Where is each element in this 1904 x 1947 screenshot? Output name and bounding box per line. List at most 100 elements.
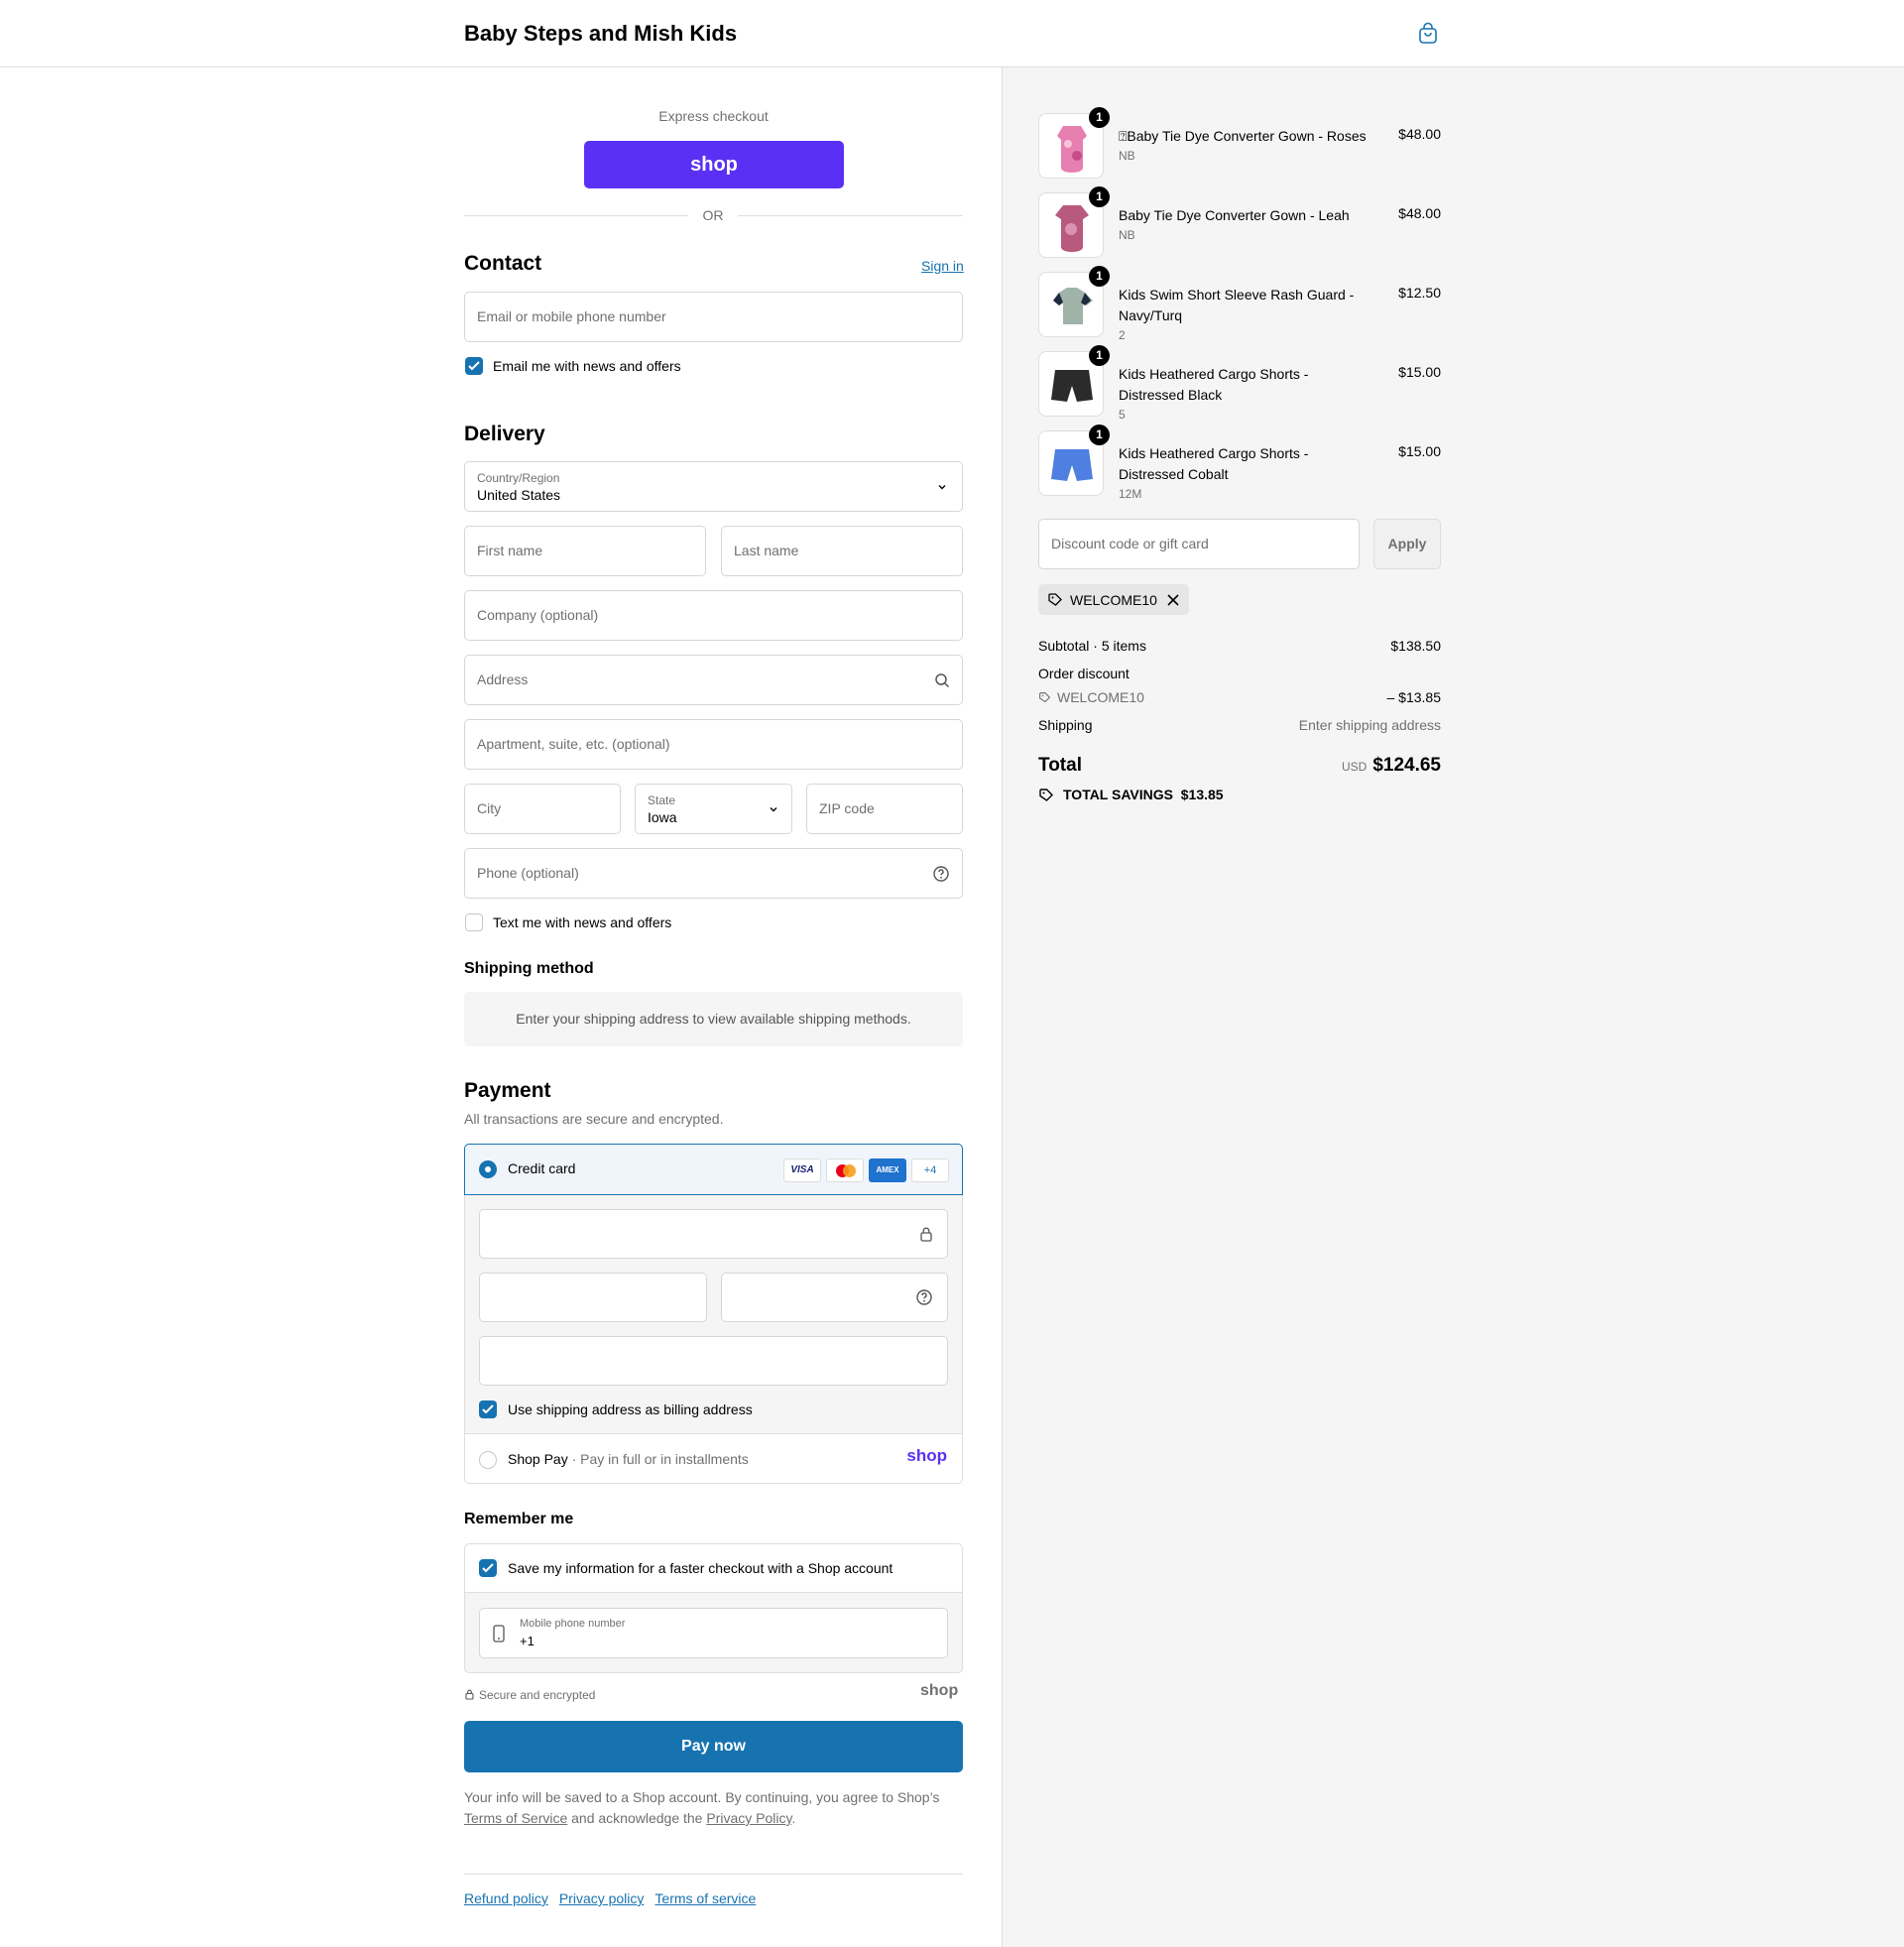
quantity-badge: 1 bbox=[1089, 186, 1110, 207]
lock-icon bbox=[920, 1227, 932, 1242]
product-price: $12.50 bbox=[1398, 285, 1441, 301]
privacy-policy-link[interactable]: Privacy policy bbox=[559, 1890, 645, 1906]
cart-item: 1 ⍰Baby Tie Dye Converter Gown - Roses NB… bbox=[1038, 107, 1441, 183]
delivery-title: Delivery bbox=[464, 423, 545, 445]
shop-pay-radio[interactable] bbox=[479, 1451, 497, 1469]
product-variant: 12M bbox=[1119, 487, 1142, 501]
shopping-bag-icon[interactable] bbox=[1416, 22, 1440, 46]
apply-button[interactable]: Apply bbox=[1373, 519, 1441, 569]
shop-pay-option[interactable]: Shop Pay · Pay in full or in installment… bbox=[465, 1434, 962, 1483]
legal-text: Your info will be saved to a Shop accoun… bbox=[464, 1789, 940, 1826]
product-variant: 2 bbox=[1119, 328, 1126, 342]
text-news-checkbox[interactable] bbox=[465, 913, 483, 931]
email-news-checkbox[interactable] bbox=[465, 357, 483, 375]
cart-item: 1 Kids Swim Short Sleeve Rash Guard - Na… bbox=[1038, 266, 1441, 342]
contact-title: Contact bbox=[464, 252, 542, 275]
refund-policy-link[interactable]: Refund policy bbox=[464, 1890, 548, 1906]
shop-pay-logo: shop bbox=[906, 1446, 947, 1465]
credit-card-label: Credit card bbox=[508, 1160, 576, 1176]
state-select[interactable]: State Iowa bbox=[635, 784, 792, 834]
total-row: Total USD $124.65 bbox=[1038, 755, 1441, 783]
card-name-field[interactable] bbox=[479, 1336, 948, 1386]
email-field[interactable]: Email or mobile phone number bbox=[464, 292, 963, 342]
billing-address-checkbox[interactable] bbox=[479, 1400, 497, 1418]
divider-right bbox=[738, 215, 963, 216]
mobile-phone-field[interactable]: Mobile phone number +1 bbox=[479, 1608, 948, 1658]
tag-icon bbox=[1039, 692, 1051, 703]
product-variant: NB bbox=[1119, 228, 1135, 242]
chevron-down-icon bbox=[938, 485, 946, 490]
mobile-phone-value: +1 bbox=[520, 1634, 535, 1648]
remember-title: Remember me bbox=[464, 1511, 574, 1527]
state-value: Iowa bbox=[648, 809, 677, 825]
product-price: $15.00 bbox=[1398, 364, 1441, 380]
total-savings-value: $13.85 bbox=[1180, 787, 1224, 802]
country-label: Country/Region bbox=[477, 471, 560, 485]
secure-label: Secure and encrypted bbox=[479, 1688, 596, 1702]
payment-title: Payment bbox=[464, 1079, 551, 1102]
quantity-badge: 1 bbox=[1089, 425, 1110, 445]
divider-left bbox=[464, 215, 688, 216]
product-name: Baby Tie Dye Converter Gown - Leah bbox=[1119, 207, 1350, 223]
card-cvv-field[interactable] bbox=[721, 1273, 948, 1322]
header: Baby Steps and Mish Kids bbox=[0, 0, 1904, 67]
discount-tag: WELCOME10 bbox=[1038, 584, 1189, 615]
footer-links: Refund policy Privacy policy Terms of serv… bbox=[464, 1890, 767, 1906]
help-circle-icon[interactable] bbox=[932, 865, 950, 883]
country-value: United States bbox=[477, 487, 561, 503]
more-cards-badge: +4 bbox=[911, 1158, 949, 1182]
shop-logo: shop bbox=[920, 1682, 959, 1699]
address-field[interactable]: Address bbox=[464, 655, 963, 705]
save-info-checkbox[interactable] bbox=[479, 1559, 497, 1577]
save-info-label: Save my information for a faster checkou… bbox=[508, 1560, 893, 1576]
credit-card-option[interactable]: Credit card VISA AMEX +4 bbox=[464, 1144, 963, 1195]
apartment-field[interactable]: Apartment, suite, etc. (optional) bbox=[464, 719, 963, 770]
phone-field[interactable]: Phone (optional) bbox=[464, 848, 963, 899]
terms-link[interactable]: Terms of Service bbox=[464, 1810, 567, 1826]
country-select[interactable]: Country/Region United States bbox=[464, 461, 963, 512]
check-icon bbox=[468, 361, 480, 371]
chevron-down-icon bbox=[770, 807, 777, 812]
state-label: State bbox=[648, 793, 676, 807]
cart-item: 1 Kids Heathered Cargo Shorts - Distress… bbox=[1038, 425, 1441, 501]
total-value: $124.65 bbox=[1372, 755, 1441, 776]
card-number-field[interactable] bbox=[479, 1209, 948, 1259]
first-name-field[interactable]: First name bbox=[464, 526, 706, 576]
terms-of-service-link[interactable]: Terms of service bbox=[654, 1890, 756, 1906]
discount-code-field[interactable]: Discount code or gift card bbox=[1038, 519, 1360, 569]
sign-in-link[interactable]: Sign in bbox=[921, 258, 964, 274]
amex-icon: AMEX bbox=[869, 1158, 906, 1182]
check-icon bbox=[482, 1404, 494, 1414]
credit-card-radio[interactable] bbox=[479, 1160, 497, 1178]
payment-subtitle: All transactions are secure and encrypte… bbox=[464, 1111, 724, 1127]
card-expiry-field[interactable] bbox=[479, 1273, 707, 1322]
product-price: $48.00 bbox=[1398, 126, 1441, 142]
shipping-value: Enter shipping address bbox=[1298, 717, 1441, 733]
company-placeholder: Company (optional) bbox=[477, 607, 599, 623]
total-label: Total bbox=[1038, 755, 1082, 776]
last-name-field[interactable]: Last name bbox=[721, 526, 963, 576]
privacy-link[interactable]: Privacy Policy bbox=[706, 1810, 791, 1826]
email-placeholder: Email or mobile phone number bbox=[477, 308, 666, 324]
pay-now-button[interactable]: Pay now bbox=[464, 1721, 963, 1772]
quantity-badge: 1 bbox=[1089, 107, 1110, 128]
lock-icon bbox=[465, 1689, 474, 1700]
discount-code-label: WELCOME10 bbox=[1057, 689, 1144, 705]
quantity-badge: 1 bbox=[1089, 266, 1110, 287]
company-field[interactable]: Company (optional) bbox=[464, 590, 963, 641]
close-icon[interactable] bbox=[1167, 594, 1179, 606]
footer-divider bbox=[464, 1874, 963, 1875]
subtotal-row: Subtotal · 5 items $138.50 bbox=[1038, 638, 1441, 654]
product-variant: NB bbox=[1119, 149, 1135, 163]
first-name-placeholder: First name bbox=[477, 543, 543, 558]
zip-field[interactable]: ZIP code bbox=[806, 784, 963, 834]
store-name[interactable]: Baby Steps and Mish Kids bbox=[464, 21, 737, 47]
product-name: Kids Swim Short Sleeve Rash Guard - Navy… bbox=[1119, 287, 1355, 323]
shipping-label: Shipping bbox=[1038, 717, 1093, 733]
email-news-label: Email me with news and offers bbox=[493, 358, 681, 374]
city-field[interactable]: City bbox=[464, 784, 621, 834]
help-circle-icon[interactable] bbox=[915, 1288, 933, 1306]
product-name: Kids Heathered Cargo Shorts - Distressed… bbox=[1119, 445, 1309, 482]
shop-pay-express-button[interactable]: shop bbox=[584, 141, 844, 188]
mobile-phone-icon bbox=[493, 1625, 505, 1643]
